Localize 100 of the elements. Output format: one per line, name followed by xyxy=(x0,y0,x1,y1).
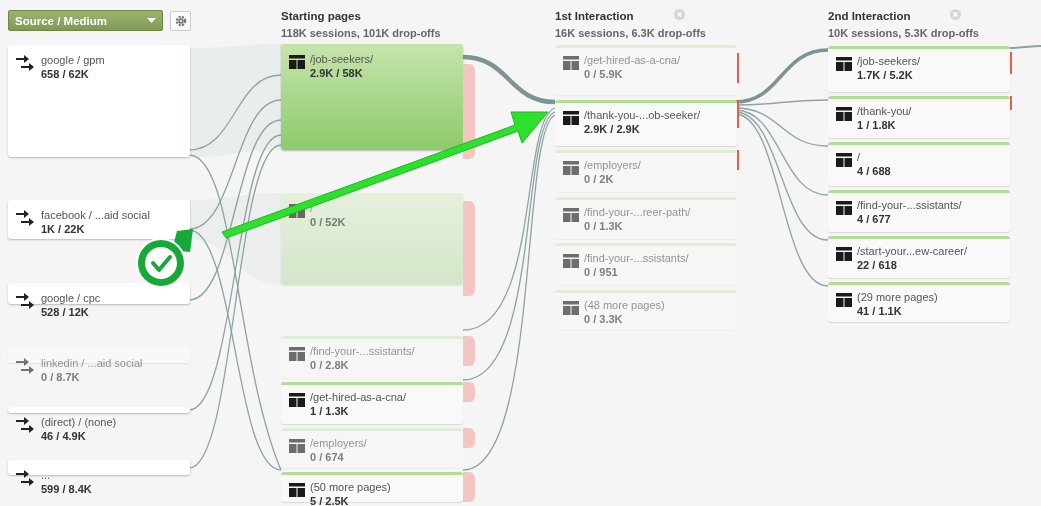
drop-off-bar xyxy=(463,472,475,502)
page-name: /find-your-...ssistants/ xyxy=(310,344,415,358)
source-node[interactable] xyxy=(8,45,190,157)
page-icon xyxy=(563,111,579,125)
node-stats: 22 / 618 xyxy=(857,258,898,272)
page-node[interactable] xyxy=(828,142,1010,186)
page-name: / xyxy=(857,150,862,164)
step-title: 1st Interaction xyxy=(555,10,634,22)
page-name: (29 more pages) xyxy=(857,290,938,304)
node-stats: 0 / 2K xyxy=(584,172,615,186)
page-name: /employers/ xyxy=(310,436,367,450)
step-summary: 118K sessions, 101K drop-offs xyxy=(281,27,441,39)
source-name: linkedin / ...aid social xyxy=(41,356,143,370)
node-stats: 5 / 2.5K xyxy=(310,494,350,506)
node-stats: 0 / 951 xyxy=(584,265,619,279)
source-name: facebook / ...aid social xyxy=(41,208,150,222)
page-node[interactable] xyxy=(281,382,463,424)
source-name: google / cpc xyxy=(41,291,101,305)
source-name: ... xyxy=(41,468,52,482)
page-node[interactable] xyxy=(828,96,1010,138)
page-icon xyxy=(836,247,852,261)
arrows-icon xyxy=(16,468,36,488)
page-name: /find-your-...ssistants/ xyxy=(584,251,689,265)
page-icon xyxy=(563,301,579,315)
page-name: /thank-you-...ob-seeker/ xyxy=(584,108,701,122)
page-name: /job-seekers/ xyxy=(857,54,920,68)
page-name: /find-your-...ssistants/ xyxy=(857,198,962,212)
settings-icon xyxy=(174,15,187,27)
arrows-icon xyxy=(16,291,36,311)
step-summary: 10K sessions, 5.3K drop-offs xyxy=(828,27,979,39)
page-node[interactable] xyxy=(555,100,737,146)
page-name: (48 more pages) xyxy=(584,298,665,312)
node-stats: 4 / 677 xyxy=(857,212,892,226)
page-icon xyxy=(563,161,579,175)
node-stats: 46 / 4.9K xyxy=(41,429,87,443)
node-stats: 2.9K / 2.9K xyxy=(584,122,641,136)
page-name: /thank-you/ xyxy=(857,104,912,118)
close-icon xyxy=(673,9,685,21)
drop-off-bar xyxy=(463,336,475,366)
source-node[interactable] xyxy=(8,283,190,304)
node-stats: 0 / 2.8K xyxy=(310,358,350,372)
source-node[interactable] xyxy=(8,407,190,413)
caret-icon xyxy=(147,18,156,23)
drop-off-bar xyxy=(463,382,475,402)
arrows-icon xyxy=(16,208,36,228)
page-icon xyxy=(563,56,579,70)
page-node[interactable] xyxy=(828,282,1010,322)
drop-off-bar xyxy=(463,428,475,448)
node-stats: 599 / 8.4K xyxy=(41,482,92,496)
arrows-icon xyxy=(16,53,36,73)
page-node[interactable] xyxy=(281,44,463,150)
page-name: /start-your...ew-career/ xyxy=(857,244,968,258)
node-stats: 0 / 52K xyxy=(310,215,346,229)
page-icon xyxy=(289,55,305,69)
page-node[interactable] xyxy=(828,236,1010,278)
step-title: Starting pages xyxy=(281,10,361,22)
page-name: (50 more pages) xyxy=(310,480,391,494)
page-name: /get-hired-as-a-cna/ xyxy=(310,390,406,404)
node-stats: 1K / 22K xyxy=(41,222,86,236)
dimension-dropdown[interactable]: Source / Medium xyxy=(8,10,163,31)
node-stats: 4 / 688 xyxy=(857,164,891,178)
page-icon xyxy=(836,57,852,71)
page-name: /find-your-...reer-path/ xyxy=(584,205,691,219)
node-stats: 1.7K / 5.2K xyxy=(857,68,914,82)
source-name: google / gpm xyxy=(41,53,105,67)
node-stats: 1 / 1.8K xyxy=(857,118,897,132)
source-node[interactable] xyxy=(8,460,190,475)
page-node[interactable] xyxy=(828,46,1010,92)
step-summary: 16K sessions, 6.3K drop-offs xyxy=(555,27,706,39)
node-stats: 0 / 674 xyxy=(310,450,345,464)
settings-button[interactable] xyxy=(170,11,191,31)
page-icon xyxy=(563,254,579,268)
node-stats: 41 / 1.1K xyxy=(857,304,903,318)
page-icon xyxy=(289,483,305,497)
node-stats: 528 / 12K xyxy=(41,305,90,319)
source-name: (direct) / (none) xyxy=(41,415,117,429)
page-icon xyxy=(563,208,579,222)
page-icon xyxy=(289,347,305,361)
page-icon xyxy=(289,393,305,407)
page-node[interactable] xyxy=(828,190,1010,232)
node-stats: 0 / 3.3K xyxy=(584,312,624,326)
page-icon xyxy=(836,107,852,121)
page-icon xyxy=(836,201,852,215)
node-stats: 2.9K / 58K xyxy=(310,66,364,80)
arrows-icon xyxy=(16,415,36,435)
check-badge-icon xyxy=(136,229,193,288)
arrows-icon xyxy=(16,356,36,376)
page-icon xyxy=(289,439,305,453)
source-node[interactable] xyxy=(8,200,190,239)
page-node[interactable] xyxy=(281,193,463,285)
node-stats: 0 / 5.9K xyxy=(584,67,624,81)
node-stats: 0 / 1.3K xyxy=(584,219,624,233)
step-title: 2nd Interaction xyxy=(828,10,911,22)
node-stats: 658 / 62K xyxy=(41,67,90,81)
node-stats: 0 / 8.7K xyxy=(41,370,81,384)
page-name: /employers/ xyxy=(584,158,641,172)
page-icon xyxy=(836,293,852,307)
page-name: /get-hired-as-a-cna/ xyxy=(584,53,680,67)
page-name: /job-seekers/ xyxy=(310,52,373,66)
node-stats: 1 / 1.3K xyxy=(310,404,350,418)
